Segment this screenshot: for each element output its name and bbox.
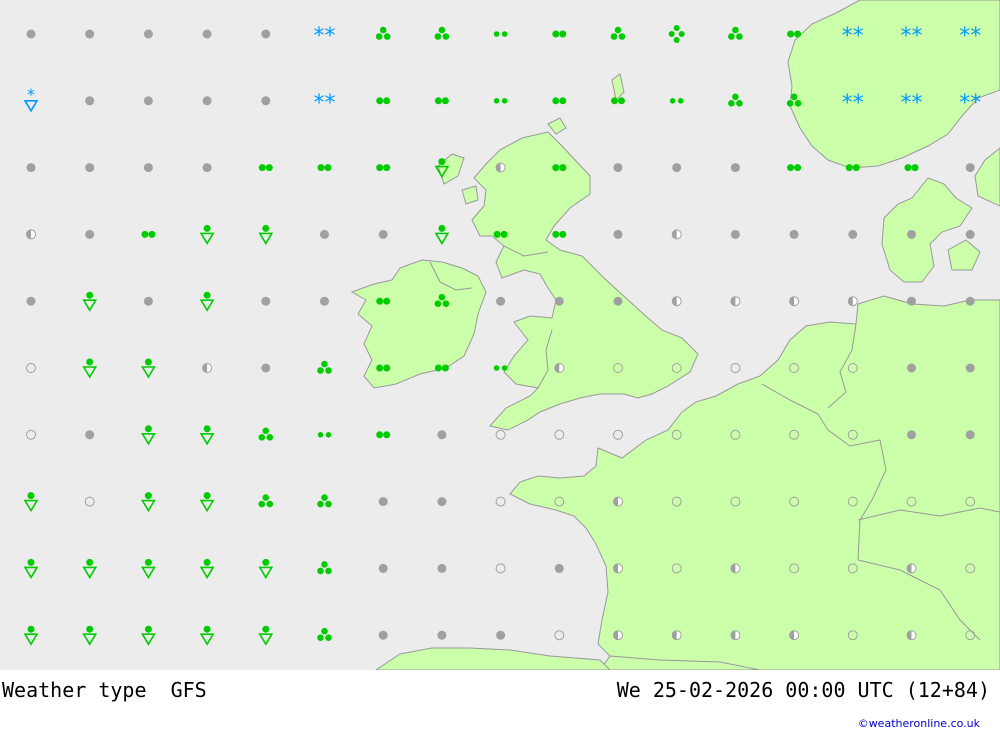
map-title: Weather type (2, 678, 147, 702)
weather-symbol-gray-dot (378, 497, 388, 507)
weather-symbol-gray-dot (85, 430, 95, 440)
weather-symbol-half-dot (613, 630, 623, 641)
weather-symbol-gray-dot (613, 229, 623, 239)
weather-symbol-half-dot (730, 630, 741, 641)
weather-symbol-gray-dot (848, 229, 858, 239)
weather-symbol-gray-dot (613, 296, 623, 306)
weather-symbol-gray-dot (907, 296, 916, 306)
weather-symbol-gray-dot (143, 96, 153, 106)
weather-symbol-gray-dot (437, 430, 447, 440)
weather-symbol-gray-dot (261, 363, 271, 373)
weather-symbol-gray-dot (907, 229, 916, 239)
weather-symbol-gray-dot (907, 363, 916, 373)
footer-left: Weather type GFS (2, 678, 207, 702)
weather-symbol-stars: ** (842, 91, 864, 116)
weather-symbol-half-dot (202, 363, 213, 373)
weather-symbol-half-dot (671, 630, 682, 641)
weather-symbol-gray-dot (554, 563, 564, 573)
svg-text:**: ** (959, 91, 981, 116)
svg-text:**: ** (959, 24, 981, 49)
weather-symbol-gray-dot (378, 563, 388, 573)
weather-symbol-gray-dot (789, 229, 799, 239)
weather-symbol-gray-dot (965, 163, 975, 173)
weather-symbol-gray-dot (26, 296, 36, 306)
weather-symbol-gray-dot (378, 630, 388, 640)
weather-symbol-gray-dot (261, 29, 271, 39)
weather-symbol-gray-dot (143, 296, 153, 306)
weather-symbol-gray-dot (85, 163, 95, 173)
weather-symbol-gray-dot (730, 229, 740, 239)
weather-symbol-half-dot (671, 296, 682, 307)
weather-symbol-gray-dot (378, 229, 388, 239)
weather-symbol-stars: ** (842, 24, 864, 49)
weather-symbol-gray-dot (202, 163, 212, 173)
weather-symbol-half-dot (789, 630, 800, 641)
weather-symbol-gray-dot (437, 563, 447, 573)
weather-symbol-half-dot (730, 563, 741, 574)
svg-text:**: ** (901, 91, 923, 116)
model-name: GFS (170, 678, 207, 702)
weather-symbol-gray-dot (85, 229, 95, 239)
weather-symbol-gray-dot (85, 29, 95, 39)
weather-symbol-gray-dot (613, 163, 623, 173)
svg-text:**: ** (842, 24, 864, 49)
weather-symbol-gray-dot (965, 229, 975, 239)
weather-symbol-gray-dot (965, 296, 975, 306)
weather-symbol-half-dot (730, 296, 741, 307)
weather-symbol-gray-dot (496, 296, 506, 306)
weather-symbol-stars: ** (901, 24, 923, 49)
weather-symbol-stars: ** (314, 91, 336, 116)
weather-symbol-gray-dot (320, 229, 329, 239)
weather-symbol-half-dot (495, 162, 506, 173)
weather-symbol-gray-dot (437, 497, 447, 507)
weather-map: ** ** ** *** ** ** ** ** (0, 0, 1000, 670)
credit-link[interactable]: ©weatheronline.co.uk (858, 717, 980, 730)
weather-symbol-gray-dot (143, 163, 153, 173)
weather-symbol-stars: ** (959, 24, 981, 49)
valid-time: We 25-02-2026 00:00 UTC (12+84) (616, 678, 990, 702)
weather-symbol-gray-dot (496, 630, 506, 640)
weather-symbol-gray-dot (202, 96, 212, 106)
weather-symbol-half-dot (906, 630, 917, 641)
weather-symbol-gray-dot (554, 296, 564, 306)
svg-text:**: ** (314, 91, 336, 116)
weather-symbol-gray-dot (907, 430, 916, 440)
weather-symbol-half-dot (847, 296, 858, 307)
weather-symbol-half-dot (26, 229, 36, 240)
weather-symbol-gray-dot (965, 363, 975, 373)
weather-symbol-gray-dot (730, 163, 740, 173)
weather-symbol-gray-dot (26, 29, 36, 39)
svg-text:**: ** (842, 91, 864, 116)
weather-symbol-stars: ** (959, 91, 981, 116)
weather-symbol-half-dot (789, 296, 800, 307)
svg-text:**: ** (901, 24, 923, 49)
weather-symbol-gray-dot (965, 430, 975, 440)
weather-symbol-half-dot (613, 496, 623, 507)
weather-symbol-gray-dot (437, 630, 447, 640)
weather-symbol-gray-dot (85, 96, 95, 106)
weather-symbol-gray-dot (672, 163, 682, 173)
weather-symbol-half-dot (613, 563, 623, 574)
svg-text:**: ** (314, 24, 336, 49)
weather-symbol-gray-dot (261, 296, 271, 306)
weather-symbol-gray-dot (320, 296, 329, 306)
weather-symbol-gray-dot (261, 96, 271, 106)
weather-symbol-stars: ** (901, 91, 923, 116)
weather-symbol-gray-dot (143, 29, 153, 39)
weather-symbol-half-dot (906, 563, 917, 574)
weather-symbol-gray-dot (202, 29, 212, 39)
weather-symbol-half-dot (554, 363, 565, 373)
weather-symbol-half-dot (671, 229, 682, 240)
weather-symbol-stars: ** (314, 24, 336, 49)
weather-symbol-gray-dot (26, 163, 36, 173)
